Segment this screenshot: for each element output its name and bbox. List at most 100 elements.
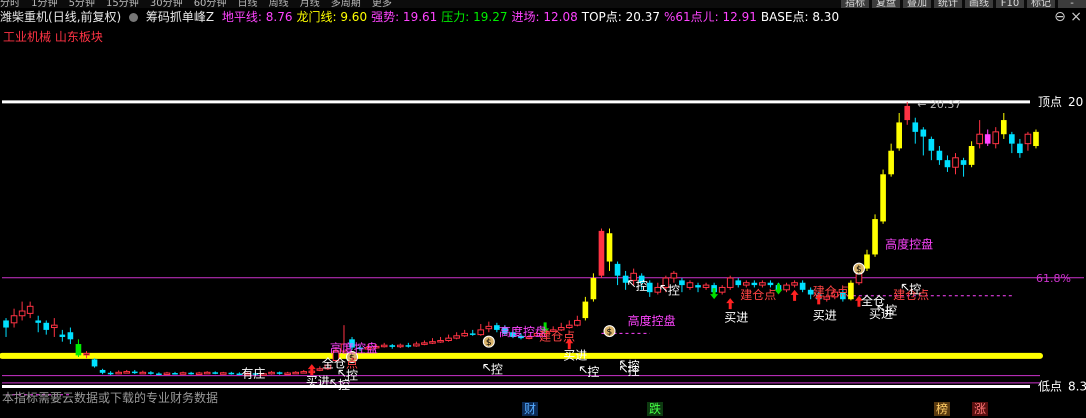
candle[interactable] — [156, 372, 162, 376]
candle[interactable] — [131, 369, 138, 374]
candle[interactable] — [389, 344, 396, 349]
candlestick-chart[interactable]: $$$$ 顶点 20低点 8.361.8%← 20.37高度控盘全仓 点有庄买进 控控控… — [0, 0, 1086, 400]
candle[interactable] — [429, 338, 436, 345]
candle[interactable] — [1009, 131, 1015, 154]
candle[interactable] — [702, 282, 710, 290]
candle[interactable] — [1000, 113, 1007, 139]
candle[interactable] — [952, 153, 959, 175]
candle[interactable] — [300, 369, 308, 374]
candle[interactable] — [944, 155, 951, 172]
event-marker-bar: 财 跌 榜 涨 — [0, 400, 1086, 418]
candle[interactable] — [26, 301, 34, 319]
candle[interactable] — [695, 282, 701, 293]
candle[interactable] — [799, 280, 806, 293]
candle[interactable] — [896, 113, 903, 151]
candle[interactable] — [18, 301, 26, 321]
candle[interactable] — [574, 315, 581, 327]
candle[interactable] — [50, 318, 58, 337]
candle[interactable] — [139, 370, 147, 375]
candle[interactable] — [880, 169, 886, 224]
candle[interactable] — [405, 342, 412, 348]
candle[interactable] — [742, 280, 750, 288]
candle[interactable] — [992, 127, 1000, 149]
candle[interactable] — [718, 285, 726, 295]
candle[interactable] — [904, 101, 911, 125]
candle[interactable] — [43, 320, 50, 335]
candle[interactable] — [864, 249, 870, 271]
event-marker-fall[interactable]: 跌 — [647, 402, 664, 416]
candle[interactable] — [606, 228, 613, 271]
candle[interactable] — [912, 117, 919, 144]
candle[interactable] — [614, 261, 621, 286]
candle[interactable] — [477, 323, 485, 336]
candle[interactable] — [276, 371, 283, 375]
event-marker-ranking[interactable]: 榜 — [934, 402, 951, 416]
candle[interactable] — [735, 278, 742, 288]
candle[interactable] — [1024, 131, 1032, 151]
candle[interactable] — [437, 336, 444, 343]
candle[interactable] — [670, 270, 678, 283]
candle[interactable] — [67, 327, 74, 345]
candle[interactable] — [726, 275, 734, 290]
candle[interactable] — [172, 371, 178, 375]
candle[interactable] — [421, 340, 428, 346]
candle[interactable] — [984, 129, 991, 147]
candle[interactable] — [123, 369, 131, 374]
candle[interactable] — [751, 280, 758, 288]
candle[interactable] — [461, 329, 468, 337]
candle[interactable] — [284, 371, 291, 376]
candle[interactable] — [686, 280, 694, 290]
candle[interactable] — [380, 342, 388, 348]
candle[interactable] — [10, 308, 18, 328]
candle[interactable] — [148, 371, 154, 375]
candle[interactable] — [888, 143, 894, 177]
candle[interactable] — [920, 127, 927, 156]
event-marker-finance[interactable]: 财 — [522, 402, 539, 416]
candle[interactable] — [396, 343, 404, 349]
candle[interactable] — [679, 278, 685, 293]
candle[interactable] — [976, 120, 983, 149]
candle[interactable] — [163, 371, 171, 376]
candle[interactable] — [960, 157, 967, 177]
candle[interactable] — [99, 368, 106, 375]
candle[interactable] — [582, 296, 589, 321]
candle[interactable] — [622, 270, 629, 290]
candle[interactable] — [35, 315, 42, 333]
candle[interactable] — [485, 321, 493, 333]
candle[interactable] — [212, 371, 219, 375]
candle[interactable] — [791, 280, 798, 288]
candle[interactable] — [219, 371, 227, 375]
candle[interactable] — [228, 371, 235, 375]
candle[interactable] — [179, 371, 187, 375]
candle[interactable] — [565, 320, 573, 329]
candle[interactable] — [783, 282, 790, 293]
candle[interactable] — [453, 332, 460, 340]
candle[interactable] — [413, 341, 420, 347]
candle[interactable] — [188, 371, 194, 375]
candle[interactable] — [759, 280, 766, 288]
candle[interactable] — [848, 280, 854, 301]
candle[interactable] — [3, 318, 9, 337]
candle[interactable] — [75, 339, 82, 357]
candle[interactable] — [928, 136, 935, 161]
candle[interactable] — [268, 370, 275, 375]
candle[interactable] — [598, 228, 605, 279]
candle[interactable] — [1017, 138, 1023, 158]
candle[interactable] — [872, 214, 878, 257]
candle[interactable] — [646, 280, 653, 297]
candle[interactable] — [767, 280, 774, 288]
candle[interactable] — [59, 329, 66, 342]
candle[interactable] — [91, 358, 98, 368]
candle[interactable] — [107, 371, 114, 376]
candle[interactable] — [469, 329, 476, 336]
event-marker-rise[interactable]: 涨 — [972, 402, 989, 416]
candle[interactable] — [115, 370, 122, 375]
candle[interactable] — [292, 371, 300, 375]
candle[interactable] — [203, 371, 211, 375]
candle[interactable] — [968, 141, 975, 168]
candle[interactable] — [445, 334, 452, 342]
candle[interactable] — [936, 146, 943, 165]
candle[interactable] — [1033, 129, 1039, 149]
candle[interactable] — [195, 371, 203, 376]
candle[interactable] — [654, 282, 662, 295]
